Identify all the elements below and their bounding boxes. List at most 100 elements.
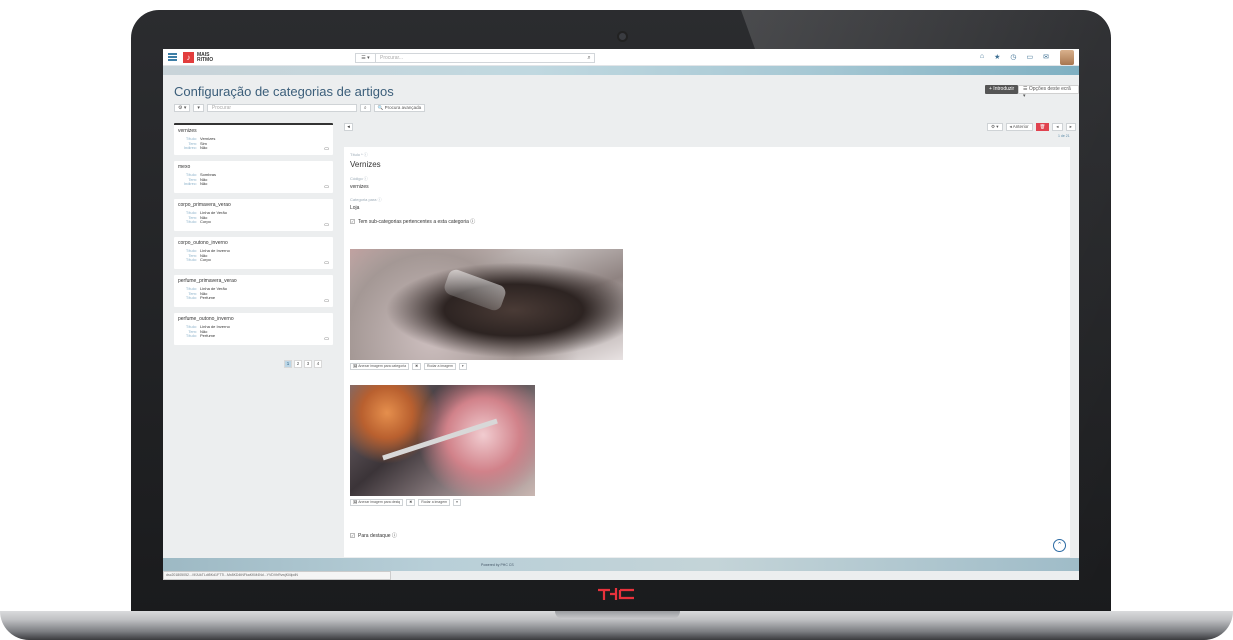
highlight-image xyxy=(350,385,535,496)
folder-icon[interactable]: ▭ xyxy=(324,146,329,152)
record-gear-button[interactable]: ⚙ ▾ xyxy=(987,123,1003,131)
page-button[interactable]: 1 xyxy=(284,360,292,368)
attach-category-image-button[interactable]: 🖼 Anexar imagem para categoria xyxy=(350,363,410,370)
advanced-search-button[interactable]: 🔍 Procura avançada xyxy=(373,104,426,112)
list-item[interactable]: perfume_primavera_verao Título: Linha de V… xyxy=(174,275,333,307)
nav-right-button[interactable]: ▸ xyxy=(1065,123,1076,131)
filter-gear-button[interactable]: ⚙ ▾ xyxy=(174,104,191,112)
list-item-title: mexo xyxy=(178,164,191,170)
list-item-field: Título: Perfume xyxy=(178,333,329,339)
field-value: Corpo xyxy=(200,257,211,262)
previous-button[interactable]: ◂ Anterior xyxy=(1005,123,1033,131)
image-bottle-shape xyxy=(442,267,508,313)
list-item[interactable]: mexo Título: Sombras Tem: Não Indirec: Não ▭ xyxy=(174,161,333,193)
rotate-dropdown-button[interactable]: ▾ xyxy=(458,363,467,370)
scroll-to-top-button[interactable]: ⌃ xyxy=(1053,539,1066,552)
field-key: Título: xyxy=(185,333,197,338)
nav-left-button[interactable]: ◂ xyxy=(1052,123,1063,131)
rotate-dropdown-button[interactable]: ▾ xyxy=(453,499,461,506)
remove-image-icon[interactable]: ✖ xyxy=(412,363,422,370)
page-title: Configuração de categorias de artigos xyxy=(174,84,394,99)
list-pagination: 1234 xyxy=(284,360,322,368)
list-item-title: corpo_primavera_verao xyxy=(178,202,231,208)
brand-logo[interactable]: ♪ MAIS RITMO xyxy=(183,52,213,63)
global-search: ☰ ▾ Procurar... ⌕ xyxy=(355,53,595,63)
footer-band xyxy=(163,558,1079,571)
checkbox-icon[interactable]: ✓ xyxy=(350,533,355,538)
record-toolbar: ⚙ ▾ ◂ Anterior 🗑 ◂ ▸ xyxy=(987,123,1076,131)
list-item[interactable]: corpo_outono_inverno Título: Linha de Inve… xyxy=(174,237,333,269)
screen-options-button[interactable]: ☰ Opções deste ecrã ▾ xyxy=(1018,85,1079,99)
image-brush-shape xyxy=(382,418,498,461)
list-item-title: vernizes xyxy=(178,128,197,134)
subcategories-check: ✓ Tem sub-categorias pertencentes a esta… xyxy=(350,218,1064,225)
category-list: vernizes Título: Vernizes Tem: Sim Indirec: Nã… xyxy=(174,123,333,351)
clock-icon[interactable]: ◷ xyxy=(1010,53,1016,61)
hamburger-menu-icon[interactable] xyxy=(168,53,177,61)
highlight-image-tools: 🖼 Anexar imagem para destq ✖ Rodar a ima… xyxy=(350,499,461,506)
list-item-field: Indirec: Não xyxy=(178,145,329,151)
status-bar-url: dsc201805052...//f/JUkTLdt5Kd1FTTi...Mx8… xyxy=(163,571,391,580)
list-item[interactable]: vernizes Título: Vernizes Tem: Sim Indirec: Nã… xyxy=(174,123,333,155)
powered-by[interactable]: Powered by PHC CS xyxy=(481,563,514,567)
remove-image-icon[interactable]: ✖ xyxy=(406,499,416,506)
list-item-title: corpo_outono_inverno xyxy=(178,240,228,246)
list-item[interactable]: perfume_outono_inverno Título: Linha de In… xyxy=(174,313,333,345)
list-item-title: perfume_outono_inverno xyxy=(178,316,234,322)
list-item[interactable]: corpo_primavera_verao Título: Linha de Ver… xyxy=(174,199,333,231)
rotate-image-button[interactable]: Rodar a imagem xyxy=(418,499,451,506)
list-item-field: Indirec: Não xyxy=(178,181,329,187)
folder-icon[interactable]: ▭ xyxy=(324,298,329,304)
list-filter-bar: ⚙ ▾ ▾ Procurar ⌕ 🔍 Procura avançada xyxy=(174,104,426,112)
attach-highlight-image-button[interactable]: 🖼 Anexar imagem para destq xyxy=(350,499,404,506)
code-value: vernizes xyxy=(350,184,369,190)
field-key: Indirec: xyxy=(183,181,197,186)
star-icon[interactable]: ★ xyxy=(994,53,1000,61)
top-icon-bar: ⌂ ★ ◷ ▭ ✉ xyxy=(980,53,1049,61)
folder-icon[interactable]: ▭ xyxy=(324,222,329,228)
phc-logo-icon xyxy=(598,588,634,600)
user-avatar[interactable] xyxy=(1060,50,1074,65)
calendar-icon[interactable]: ▭ xyxy=(1027,53,1034,61)
search-scope-select[interactable]: ☰ ▾ xyxy=(356,54,376,62)
list-item-field: Título: Corpo xyxy=(178,219,329,225)
top-navbar: ♪ MAIS RITMO ☰ ▾ Procurar... ⌕ ⌂ ★ ◷ ▭ ✉ xyxy=(163,49,1079,66)
chat-icon[interactable]: ✉ xyxy=(1043,53,1049,61)
record-count: 1 de 21 xyxy=(1058,134,1070,138)
home-icon[interactable]: ⌂ xyxy=(980,53,984,61)
page-button[interactable]: 4 xyxy=(314,360,322,368)
new-button[interactable]: + Introduzir xyxy=(985,85,1019,94)
folder-icon[interactable]: ▭ xyxy=(324,336,329,342)
folder-icon[interactable]: ▭ xyxy=(324,184,329,190)
checkbox-icon[interactable]: ✓ xyxy=(350,219,355,224)
folder-icon[interactable]: ▭ xyxy=(324,260,329,266)
header-band xyxy=(163,66,1079,75)
page-button[interactable]: 3 xyxy=(304,360,312,368)
search-icon[interactable]: ⌕ xyxy=(584,54,594,62)
field-value: Perfume xyxy=(200,295,216,300)
filter-search-input[interactable]: Procurar xyxy=(206,104,357,112)
title-value: Vernizes xyxy=(350,160,381,169)
back-button[interactable]: ◂ xyxy=(344,123,353,131)
highlight-check: ✓ Para destaque ⓘ xyxy=(350,532,397,539)
title-label: Título * ⓘ xyxy=(350,152,368,157)
category-image xyxy=(350,249,623,360)
search-input[interactable]: Procurar... xyxy=(376,54,584,62)
laptop-mockup: ♪ MAIS RITMO ☰ ▾ Procurar... ⌕ ⌂ ★ ◷ ▭ ✉ xyxy=(0,0,1233,640)
filter-dropdown-button[interactable]: ▾ xyxy=(193,104,204,112)
field-key: Título: xyxy=(185,295,197,300)
list-item-field: Título: Perfume xyxy=(178,295,329,301)
delete-button[interactable]: 🗑 xyxy=(1035,123,1050,131)
category-label: Categoria para ⓘ xyxy=(350,197,382,202)
field-key: Indirec: xyxy=(183,145,197,150)
field-key: Título: xyxy=(185,257,197,262)
filter-search-icon[interactable]: ⌕ xyxy=(359,104,371,112)
field-value: Corpo xyxy=(200,219,211,224)
list-item-title: perfume_primavera_verao xyxy=(178,278,237,284)
category-image-tools: 🖼 Anexar imagem para categoria ✖ Rodar a… xyxy=(350,363,467,370)
page-button[interactable]: 2 xyxy=(294,360,302,368)
record-detail-panel: Título * ⓘ Vernizes Código ⓘ vernizes Ca… xyxy=(344,147,1070,557)
rotate-image-button[interactable]: Rodar a imagem xyxy=(424,363,456,370)
highlight-label: Para destaque ⓘ xyxy=(358,533,397,539)
brand-mark-icon: ♪ xyxy=(183,52,194,63)
